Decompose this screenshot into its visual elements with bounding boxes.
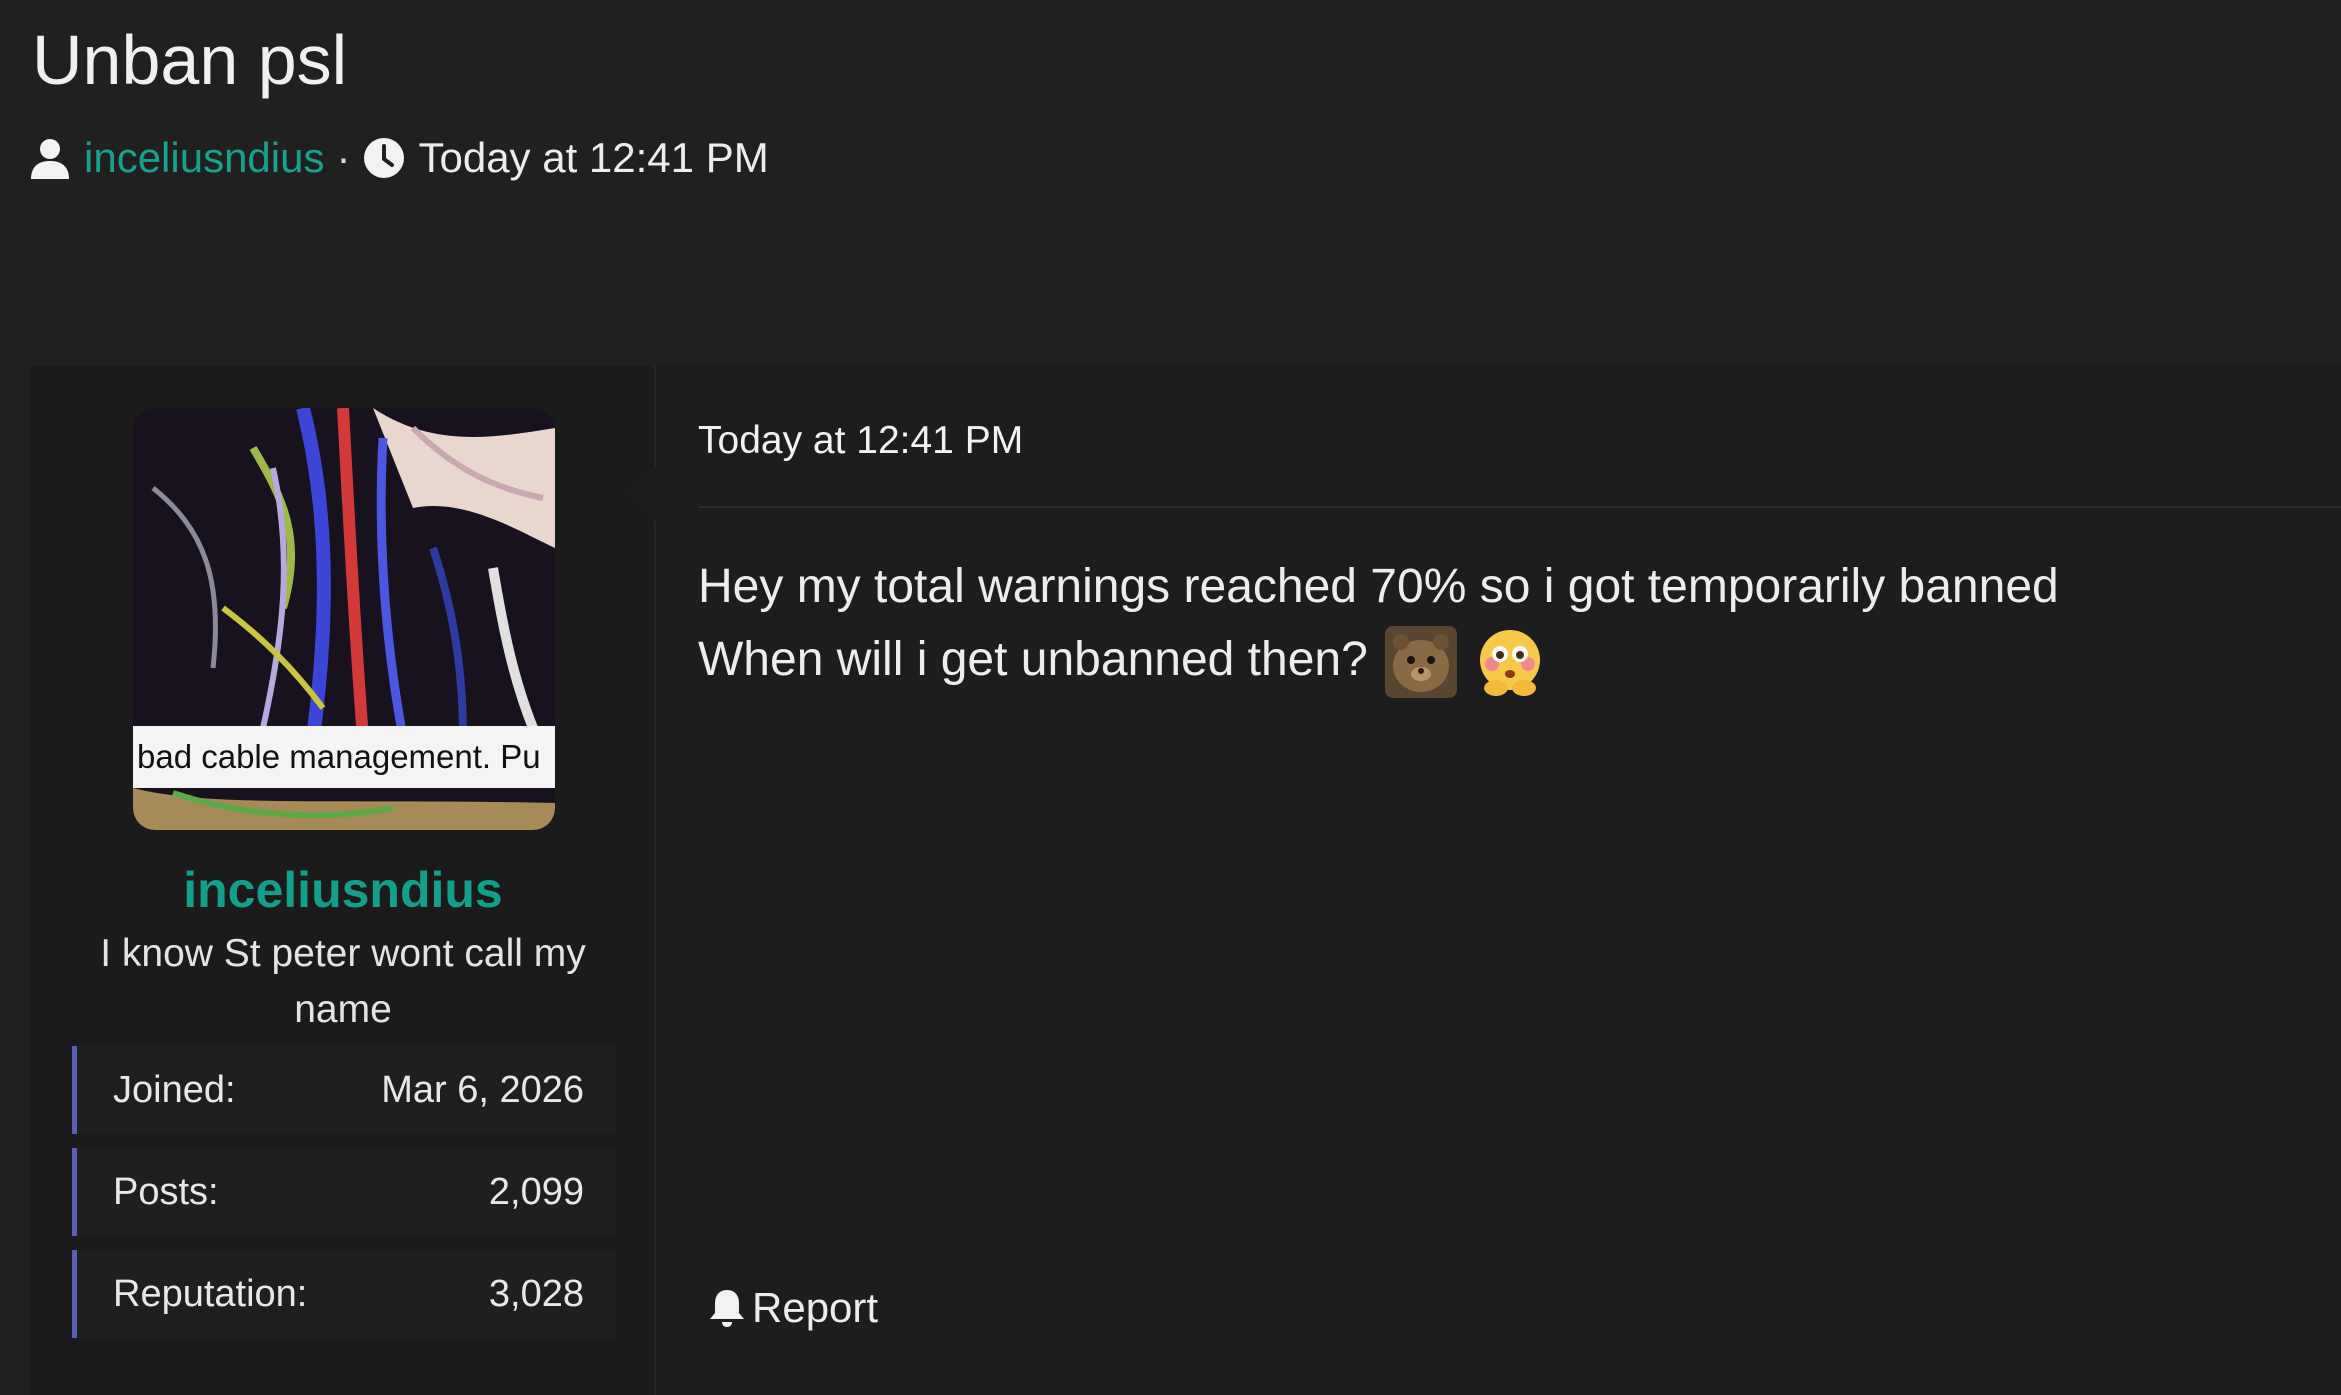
message-line-2-wrap: When will i get unbanned then? (698, 623, 2059, 699)
stat-label: Posts: (113, 1170, 219, 1213)
poster-user-title: I know St peter wont call my name (100, 932, 586, 1031)
stat-label: Reputation: (113, 1272, 308, 1315)
post-content: Today at 12:41 PM Hey my total warnings … (698, 366, 2341, 1395)
flushed-hands-emoji-icon (1480, 630, 1541, 697)
message-line-2: When will i get unbanned then? (698, 633, 1368, 686)
thread-title: Unban psl (32, 21, 348, 99)
bell-icon (710, 1290, 744, 1327)
hamster-face-emoji-icon (1385, 626, 1458, 699)
avatar[interactable]: bad cable management. Pu (133, 408, 555, 830)
stat-reputation: Reputation: 3,028 (72, 1250, 616, 1338)
poster-username[interactable]: inceliusndius (30, 860, 656, 920)
stat-value: 2,099 (488, 1170, 584, 1213)
stat-joined: Joined: Mar 6, 2026 (72, 1046, 616, 1134)
stat-value: 3,028 (488, 1272, 584, 1315)
thread-author-link[interactable]: inceliusndius (84, 132, 324, 184)
post-message: Hey my total warnings reached 70% so i g… (698, 550, 2059, 699)
thread-meta: inceliusndius · Today at 12:41 PM (28, 132, 769, 184)
post: bad cable management. Pu inceliusndius I… (30, 366, 2341, 1395)
thread-time[interactable]: Today at 12:41 PM (418, 132, 768, 184)
report-button[interactable]: Report (708, 1284, 878, 1332)
user-icon (31, 139, 69, 179)
avatar-caption: bad cable management. Pu (133, 726, 555, 788)
stat-label: Joined: (113, 1068, 236, 1111)
post-arrow (628, 466, 656, 522)
post-date[interactable]: Today at 12:41 PM (698, 416, 1023, 466)
message-line-1: Hey my total warnings reached 70% so i g… (698, 560, 2059, 613)
report-label: Report (752, 1284, 879, 1331)
page: Unban psl inceliusndius · Today at 12:41… (0, 0, 2341, 1395)
poster-sidebar: bad cable management. Pu inceliusndius I… (30, 366, 656, 1395)
meta-separator: · (336, 134, 351, 181)
stat-value: Mar 6, 2026 (381, 1068, 584, 1111)
stat-posts: Posts: 2,099 (72, 1148, 616, 1236)
post-divider (698, 506, 2341, 508)
clock-icon (364, 138, 405, 178)
